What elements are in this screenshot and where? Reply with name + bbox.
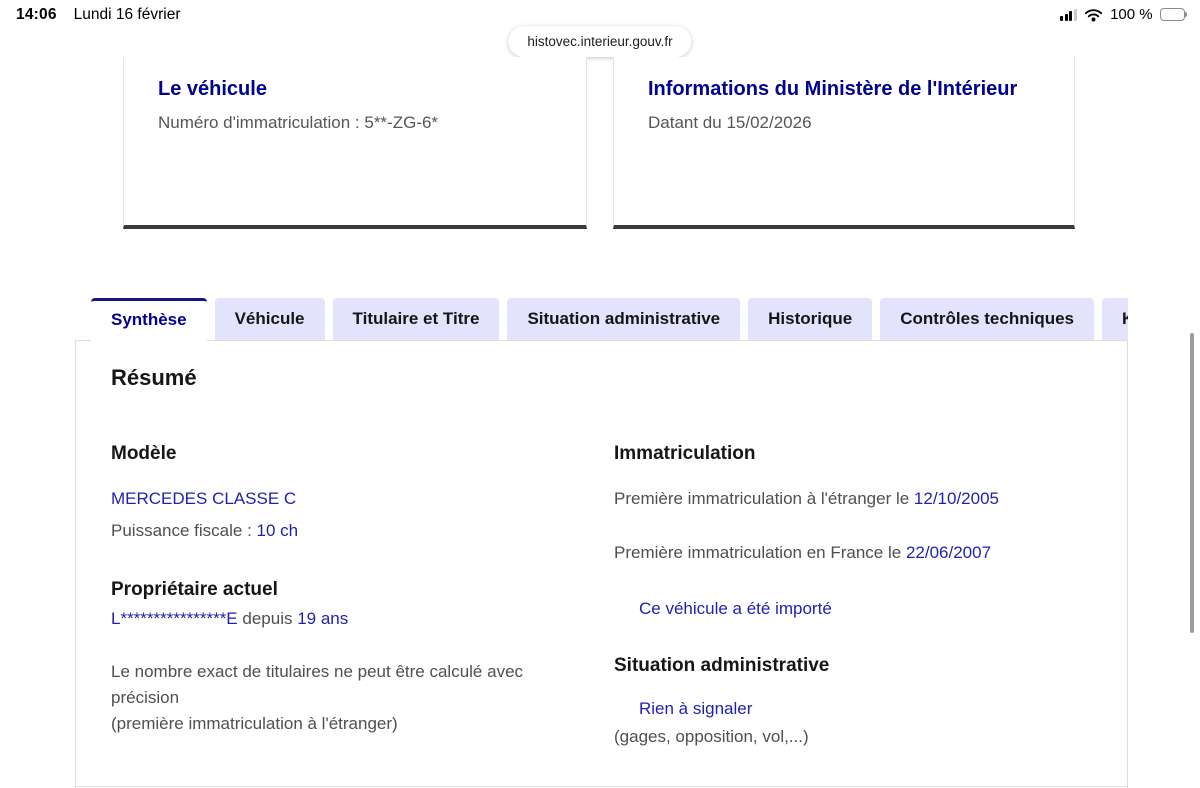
card-ministere-title: Informations du Ministère de l'Intérieur bbox=[648, 78, 1018, 100]
synthese-panel: Résumé Modèle MERCEDES CLASSE C Puissanc… bbox=[75, 340, 1128, 788]
tab-controles-techniques[interactable]: Contrôles techniques bbox=[880, 298, 1095, 340]
owner-line: L****************E depuis 19 ans bbox=[111, 607, 563, 631]
url-text: histovec.interieur.gouv.fr bbox=[527, 34, 673, 49]
status-bar-right: 100 % bbox=[1059, 6, 1187, 23]
immatriculation-heading: Immatriculation bbox=[614, 443, 756, 464]
titulaires-note-paren: (première immatriculation à l'étranger) bbox=[111, 714, 398, 733]
tab-bar: Synthèse Véhicule Titulaire et Titre Sit… bbox=[75, 298, 1128, 342]
titulaires-note: Le nombre exact de titulaires ne peut êt… bbox=[111, 659, 563, 737]
owner-duration: 19 ans bbox=[297, 609, 349, 628]
address-bar-pill[interactable]: histovec.interieur.gouv.fr bbox=[508, 26, 692, 57]
clock: 14:06 bbox=[16, 6, 57, 23]
puissance-value: 10 ch bbox=[256, 521, 299, 540]
resume-left-column: Modèle MERCEDES CLASSE C Puissance fisca… bbox=[111, 441, 563, 737]
resume-heading: Résumé bbox=[111, 365, 197, 390]
scrollbar-thumb[interactable] bbox=[1190, 333, 1194, 633]
battery-percent: 100 % bbox=[1110, 6, 1153, 23]
cellular-signal-icon bbox=[1059, 8, 1078, 21]
card-vehicule-plate: Numéro d'immatriculation : 5**-ZG-6* bbox=[158, 113, 439, 132]
first-france-line: Première immatriculation en France le 22… bbox=[614, 541, 1092, 565]
imported-status: Ce véhicule a été importé bbox=[639, 599, 832, 618]
battery-full-icon bbox=[1159, 8, 1187, 21]
situation-note: (gages, opposition, vol,...) bbox=[614, 727, 809, 746]
owner-masked-name: L****************E bbox=[111, 609, 238, 628]
puissance-line: Puissance fiscale : 10 ch bbox=[111, 519, 563, 543]
situation-status: Rien à signaler bbox=[639, 699, 753, 718]
proprietaire-heading: Propriétaire actuel bbox=[111, 579, 278, 600]
tab-historique[interactable]: Historique bbox=[748, 298, 873, 340]
first-foreign-date: 12/10/2005 bbox=[913, 489, 1000, 508]
tab-kilometrage[interactable]: Kilométrage bbox=[1102, 298, 1128, 340]
ipad-screen: 14:06 Lundi 16 février 100 % histovec.in… bbox=[0, 0, 1200, 788]
first-france-label: Première immatriculation en France le bbox=[614, 543, 906, 562]
card-vehicule-title: Le véhicule bbox=[158, 78, 267, 100]
puissance-label: Puissance fiscale : bbox=[111, 521, 257, 540]
first-france-date: 22/06/2007 bbox=[905, 543, 992, 562]
model-value: MERCEDES CLASSE C bbox=[111, 489, 297, 508]
modele-heading: Modèle bbox=[111, 443, 177, 464]
owner-depuis: depuis bbox=[237, 609, 298, 628]
first-foreign-label: Première immatriculation à l'étranger le bbox=[614, 489, 914, 508]
tab-synthese[interactable]: Synthèse bbox=[91, 298, 207, 341]
card-vehicule: Le véhicule Numéro d'immatriculation : 5… bbox=[123, 57, 587, 229]
card-ministere-date: Datant du 15/02/2026 bbox=[648, 113, 812, 132]
first-foreign-line: Première immatriculation à l'étranger le… bbox=[614, 487, 1092, 511]
status-bar-left: 14:06 Lundi 16 février bbox=[16, 6, 181, 24]
wifi-icon bbox=[1084, 8, 1103, 21]
resume-right-column: Immatriculation Première immatriculation… bbox=[614, 441, 1092, 749]
tab-titulaire-et-titre[interactable]: Titulaire et Titre bbox=[332, 298, 500, 340]
bottom-divider bbox=[76, 786, 1127, 787]
tab-situation-administrative[interactable]: Situation administrative bbox=[507, 298, 741, 340]
date-label: Lundi 16 février bbox=[73, 6, 181, 23]
situation-heading: Situation administrative bbox=[614, 655, 830, 676]
tab-vehicule[interactable]: Véhicule bbox=[214, 298, 325, 340]
card-ministere: Informations du Ministère de l'Intérieur… bbox=[613, 57, 1075, 229]
titulaires-note-text: Le nombre exact de titulaires ne peut êt… bbox=[111, 662, 524, 707]
